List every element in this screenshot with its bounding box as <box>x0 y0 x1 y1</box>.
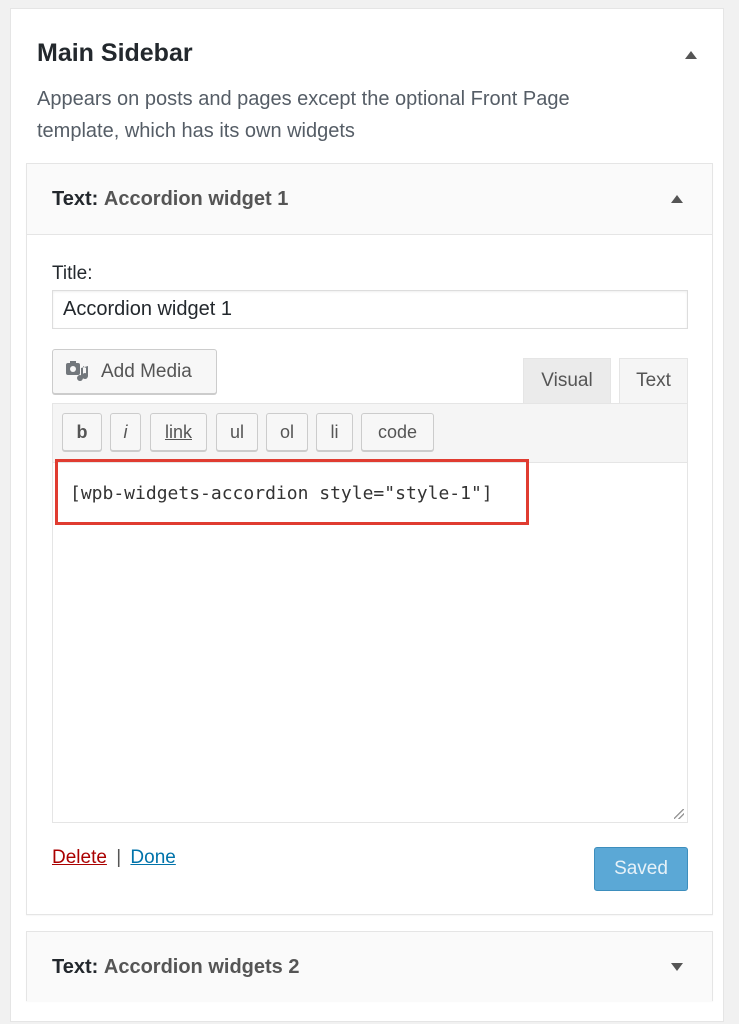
widget-name: Accordion widgets 2 <box>103 956 300 978</box>
title-input[interactable] <box>52 290 688 329</box>
tab-text[interactable]: Text <box>619 358 688 403</box>
widget-accordion-1: Text: Accordion widget 1 Title: Add Medi… <box>26 163 713 915</box>
sidebar-description: Appears on posts and pages except the op… <box>37 88 570 142</box>
sidebar-header[interactable]: Main Sidebar <box>37 39 697 79</box>
action-separator: | <box>116 847 122 868</box>
resize-handle-icon[interactable] <box>674 809 684 819</box>
delete-link[interactable]: Delete <box>52 847 107 868</box>
media-icon <box>66 360 89 381</box>
quicktag-code-button[interactable]: code <box>361 413 434 451</box>
sidebar-title: Main Sidebar <box>37 39 193 67</box>
widget-header[interactable]: Text: Accordion widgets 2 <box>27 932 712 1002</box>
expand-arrow-icon[interactable] <box>671 963 683 971</box>
quicktag-bold-button[interactable]: b <box>62 413 102 451</box>
widget-type-label: Text: <box>52 188 99 210</box>
widget-name: Accordion widget 1 <box>103 188 289 210</box>
quicktag-link-button[interactable]: link <box>150 413 207 451</box>
done-link[interactable]: Done <box>130 847 175 868</box>
collapse-arrow-icon[interactable] <box>671 195 683 203</box>
widget-type-label: Text: <box>52 956 99 978</box>
quicktag-ol-button[interactable]: ol <box>266 413 308 451</box>
quicktag-ul-button[interactable]: ul <box>216 413 258 451</box>
quicktags-toolbar: b i link ul ol li code <box>53 404 687 463</box>
widget-form: Title: Add Media Visual Text b i link <box>27 234 712 914</box>
quicktag-italic-button[interactable]: i <box>110 413 141 451</box>
widget-accordion-2: Text: Accordion widgets 2 <box>26 931 713 1002</box>
title-label: Title: <box>52 263 93 284</box>
add-media-label: Add Media <box>101 360 192 382</box>
tab-visual[interactable]: Visual <box>523 358 611 403</box>
quicktag-li-button[interactable]: li <box>316 413 353 451</box>
shortcode-text: [wpb-widgets-accordion style="style-1"] <box>70 483 493 504</box>
widget-actions: Delete | Done <box>52 847 176 869</box>
text-editor: b i link ul ol li code [wpb-widgets-acco… <box>52 403 688 823</box>
collapse-arrow-icon[interactable] <box>685 51 697 59</box>
main-sidebar-panel: Main Sidebar Appears on posts and pages … <box>10 8 724 1022</box>
add-media-button[interactable]: Add Media <box>52 349 217 394</box>
content-textarea[interactable]: [wpb-widgets-accordion style="style-1"] <box>53 459 687 822</box>
widget-header[interactable]: Text: Accordion widget 1 <box>27 164 712 234</box>
widget-title: Text: Accordion widgets 2 <box>52 956 299 979</box>
widget-title: Text: Accordion widget 1 <box>52 188 288 211</box>
saved-button[interactable]: Saved <box>594 847 688 891</box>
